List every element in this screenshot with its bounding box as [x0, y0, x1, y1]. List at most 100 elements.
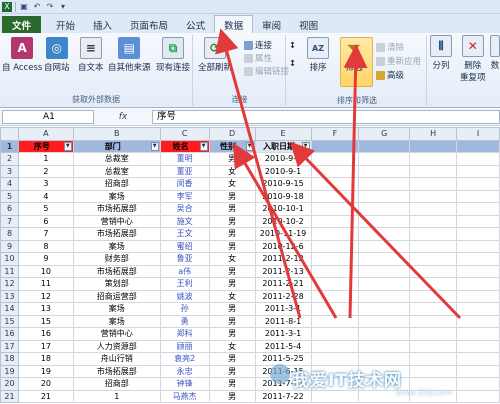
column-header[interactable]: B	[72, 127, 161, 141]
empty-cell[interactable]	[310, 302, 360, 316]
empty-cell[interactable]	[310, 139, 360, 153]
empty-cell[interactable]	[409, 302, 458, 316]
undo-icon[interactable]: ↶	[32, 2, 42, 12]
data-cell[interactable]: 2010-9-18	[254, 189, 312, 203]
row-number[interactable]: 13	[0, 289, 19, 303]
column-header[interactable]: H	[409, 127, 458, 141]
empty-cell[interactable]	[310, 352, 360, 366]
empty-cell[interactable]	[310, 339, 360, 353]
empty-cell[interactable]	[456, 327, 500, 341]
insert-function-icon[interactable]: fx	[94, 112, 152, 122]
from-access-button[interactable]: A 自 Access	[2, 37, 42, 73]
data-cell[interactable]: 营销中心	[72, 327, 161, 341]
data-cell[interactable]: 男	[208, 152, 256, 166]
data-cell[interactable]: 姚波	[159, 289, 210, 303]
empty-cell[interactable]	[310, 277, 360, 291]
data-cell[interactable]: 3	[17, 177, 74, 191]
empty-cell[interactable]	[310, 202, 360, 216]
empty-cell[interactable]	[409, 227, 458, 241]
sort-ascending-button[interactable]: ↕	[289, 41, 296, 51]
row-number[interactable]: 4	[0, 177, 19, 191]
empty-cell[interactable]	[358, 227, 411, 241]
empty-cell[interactable]	[310, 227, 360, 241]
data-cell[interactable]: 郑科	[159, 327, 210, 341]
empty-cell[interactable]	[310, 264, 360, 278]
filter-dropdown-icon[interactable]: ▼	[245, 141, 254, 151]
data-cell[interactable]: 案场	[72, 239, 161, 253]
row-number[interactable]: 2	[0, 152, 19, 166]
empty-cell[interactable]	[456, 214, 500, 228]
from-text-button[interactable]: ≡ 自文本	[78, 37, 104, 73]
data-cell[interactable]: 8	[17, 239, 74, 253]
data-cell[interactable]: 1	[72, 389, 161, 403]
empty-cell[interactable]	[310, 189, 360, 203]
filter-dropdown-icon[interactable]: ▼	[301, 141, 310, 151]
empty-cell[interactable]	[456, 139, 500, 153]
data-cell[interactable]: 2011-2-12	[254, 252, 312, 266]
properties-button[interactable]: 属性	[244, 52, 272, 64]
row-number[interactable]: 14	[0, 302, 19, 316]
data-cell[interactable]: 6	[17, 214, 74, 228]
row-number[interactable]: 10	[0, 252, 19, 266]
data-cell[interactable]: 17	[17, 339, 74, 353]
empty-cell[interactable]	[456, 227, 500, 241]
existing-connections-button[interactable]: ⧉ 现有连接	[156, 37, 190, 73]
customize-qat-icon[interactable]: ▾	[58, 2, 68, 12]
empty-cell[interactable]	[358, 352, 411, 366]
tab-review[interactable]: 审阅	[253, 16, 290, 33]
data-cell[interactable]: 王文	[159, 227, 210, 241]
data-cell[interactable]: 男	[208, 327, 256, 341]
data-cell[interactable]: 永忠	[159, 364, 210, 378]
filter-dropdown-icon[interactable]: ▼	[63, 141, 72, 151]
row-number[interactable]: 12	[0, 277, 19, 291]
connections-button[interactable]: 连接	[244, 39, 272, 51]
data-cell[interactable]: 钟锋	[159, 377, 210, 391]
data-cell[interactable]: 男	[208, 377, 256, 391]
column-header[interactable]: G	[358, 127, 411, 141]
data-cell[interactable]: 4	[17, 189, 74, 203]
filter-dropdown-icon[interactable]: ▼	[199, 141, 208, 151]
empty-cell[interactable]	[409, 364, 458, 378]
data-cell[interactable]: 策划部	[72, 277, 161, 291]
column-header[interactable]: F	[310, 127, 360, 141]
advanced-filter-button[interactable]: 高级	[376, 69, 404, 81]
empty-cell[interactable]	[456, 339, 500, 353]
data-cell[interactable]: 2011-2-28	[254, 289, 312, 303]
empty-cell[interactable]	[456, 152, 500, 166]
data-cell[interactable]: 21	[17, 389, 74, 403]
from-other-sources-button[interactable]: ▤ 自其他来源	[108, 37, 151, 73]
name-box[interactable]: A1	[2, 110, 94, 124]
empty-cell[interactable]	[456, 289, 500, 303]
empty-cell[interactable]	[358, 164, 411, 178]
row-number[interactable]: 9	[0, 239, 19, 253]
data-cell[interactable]: 男	[208, 352, 256, 366]
empty-cell[interactable]	[358, 139, 411, 153]
data-cell[interactable]: 2011-3-1	[254, 302, 312, 316]
tab-file[interactable]: 文件	[2, 16, 42, 33]
row-number[interactable]: 8	[0, 227, 19, 241]
empty-cell[interactable]	[409, 327, 458, 341]
empty-cell[interactable]	[456, 252, 500, 266]
data-cell[interactable]: 2010-9-1	[254, 152, 312, 166]
header-cell[interactable]: 入职日期 ▼	[254, 139, 312, 153]
data-cell[interactable]: 案场	[72, 302, 161, 316]
empty-cell[interactable]	[358, 252, 411, 266]
sort-button[interactable]: AZ 排序	[307, 37, 329, 73]
row-number[interactable]: 6	[0, 202, 19, 216]
empty-cell[interactable]	[409, 189, 458, 203]
empty-cell[interactable]	[358, 214, 411, 228]
row-number[interactable]: 3	[0, 164, 19, 178]
empty-cell[interactable]	[310, 289, 360, 303]
empty-cell[interactable]	[358, 289, 411, 303]
remove-duplicates-button[interactable]: ✕ 删除 重复项	[460, 35, 486, 83]
clear-filter-button[interactable]: 清除	[376, 41, 404, 53]
empty-cell[interactable]	[409, 264, 458, 278]
empty-cell[interactable]	[409, 202, 458, 216]
row-number[interactable]: 18	[0, 352, 19, 366]
data-cell[interactable]: 董明	[159, 152, 210, 166]
data-cell[interactable]: 总裁室	[72, 152, 161, 166]
data-cell[interactable]: 蜜绍	[159, 239, 210, 253]
column-header[interactable]: I	[456, 127, 500, 141]
data-cell[interactable]: 马燕杰	[159, 389, 210, 403]
data-cell[interactable]: 人力资源部	[72, 339, 161, 353]
